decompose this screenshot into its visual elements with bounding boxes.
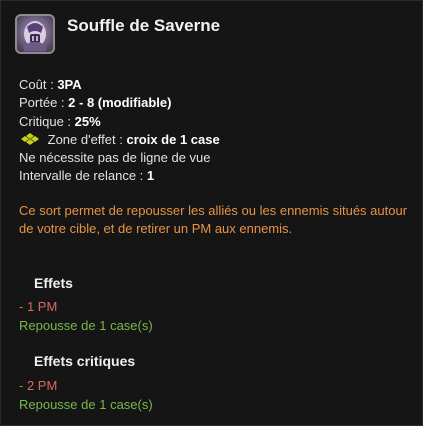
effects-title: Effets xyxy=(34,275,73,291)
stat-cost: Coût : 3PA xyxy=(19,76,220,94)
stat-cooldown: Intervalle de relance : 1 xyxy=(19,167,220,185)
stat-critical-value: 25% xyxy=(74,113,101,129)
stat-range: Portée : 2 - 8 (modifiable) xyxy=(19,94,220,112)
spell-title: Souffle de Saverne xyxy=(67,16,221,35)
stat-cooldown-value: 1 xyxy=(146,168,155,184)
stat-critical: Critique : 25% xyxy=(19,113,220,131)
stat-zone-value: croix de 1 case xyxy=(126,131,220,147)
stat-line-of-sight: Ne nécessite pas de ligne de vue xyxy=(19,149,220,167)
stat-cooldown-label: Intervalle de relance : xyxy=(19,168,144,184)
stat-range-label: Portée : xyxy=(19,95,65,111)
stat-zone-label: Zone d'effet : xyxy=(47,131,123,147)
stat-line-of-sight-text: Ne nécessite pas de ligne de vue xyxy=(19,150,211,166)
spell-tooltip: Souffle de Saverne Coût : 3PA Portée : 2… xyxy=(0,0,423,426)
critical-effects-title: Effets critiques xyxy=(34,353,136,369)
effect-item: - 1 PM xyxy=(19,299,58,314)
critical-effect-item: - 2 PM xyxy=(19,378,58,393)
effect-item: Repousse de 1 case(s) xyxy=(19,318,153,333)
stat-critical-label: Critique : xyxy=(19,113,72,129)
stat-zone: Zone d'effet : croix de 1 case xyxy=(19,131,220,149)
spell-stats: Coût : 3PA Portée : 2 - 8 (modifiable) C… xyxy=(19,76,220,186)
stat-cost-label: Coût : xyxy=(19,77,54,92)
spell-portrait-icon xyxy=(15,14,55,54)
spell-description: Ce sort permet de repousser les alliés o… xyxy=(19,203,408,236)
stat-range-value: 2 - 8 (modifiable) xyxy=(68,95,172,111)
spell-header: Souffle de Saverne xyxy=(15,14,220,54)
cross-zone-icon xyxy=(19,132,41,145)
stat-cost-value: 3PA xyxy=(57,77,82,92)
critical-effect-item: Repousse de 1 case(s) xyxy=(19,397,153,412)
